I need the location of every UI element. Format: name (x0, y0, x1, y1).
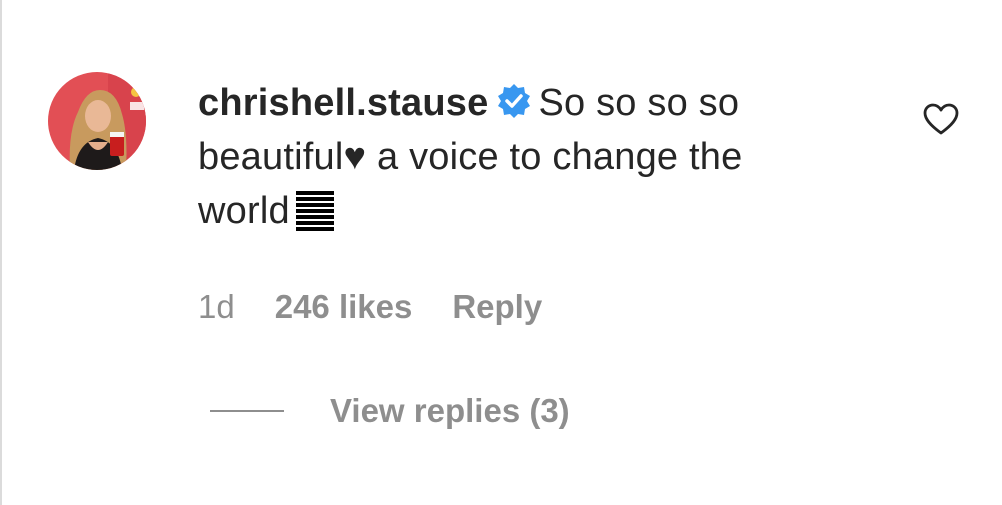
avatar[interactable] (48, 72, 146, 170)
comment-text-line-1: So so so so (538, 82, 740, 124)
comment-meta: 1d 246 likes Reply (198, 287, 542, 327)
like-button[interactable] (922, 102, 960, 136)
comment-username[interactable]: chrishell.stause (198, 82, 488, 124)
view-replies-button[interactable]: View replies (3) (330, 391, 570, 431)
emoji-glyph (295, 191, 334, 231)
comment-body: chrishell.stause So so so so beautiful♥ a… (198, 76, 858, 238)
reply-button[interactable]: Reply (452, 287, 542, 327)
heart-outline-icon (923, 103, 959, 135)
replies-divider (210, 410, 284, 412)
comment-text-line-3: world (198, 190, 290, 232)
verified-badge-icon (496, 83, 532, 119)
comment-age: 1d (198, 288, 235, 325)
profile-photo-icon (48, 72, 146, 170)
left-border (0, 0, 2, 505)
likes-count[interactable]: 246 likes (275, 287, 413, 327)
comment-text-line-2: beautiful♥ a voice to change the (198, 136, 743, 178)
